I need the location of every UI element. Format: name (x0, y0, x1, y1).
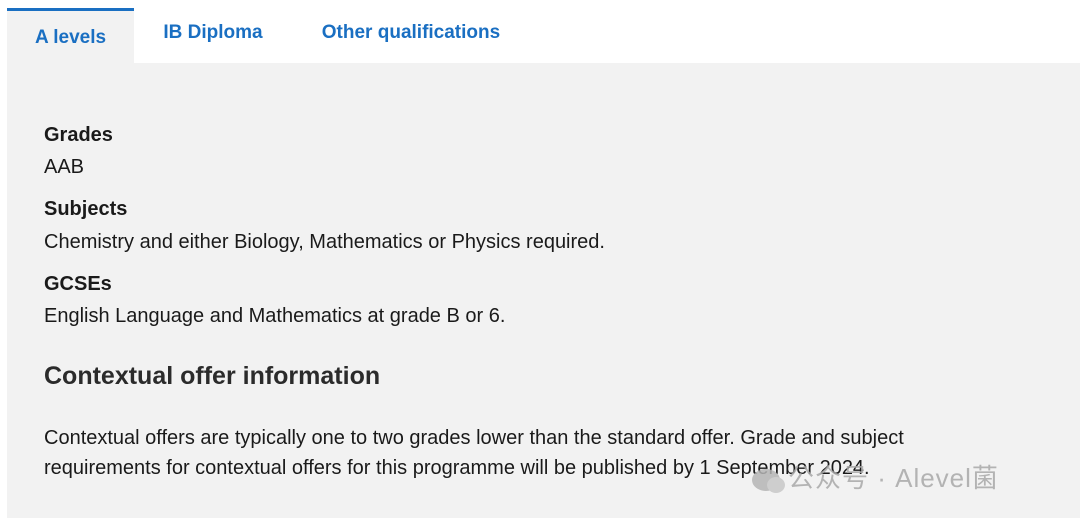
tab-ib-diploma[interactable]: IB Diploma (150, 8, 276, 64)
wechat-icon (752, 469, 785, 494)
gcses-label: GCSEs (44, 273, 112, 295)
tab-ib-diploma-label: IB Diploma (163, 22, 263, 43)
subjects-value: Chemistry and either Biology, Mathematic… (44, 231, 605, 253)
watermark-text: 公众号 · Alevel菌 (788, 463, 999, 493)
tab-a-levels[interactable]: A levels (7, 8, 134, 64)
tab-other-qualifications-label: Other qualifications (321, 22, 501, 43)
grades-value: AAB (44, 156, 85, 178)
tab-other-qualifications[interactable]: Other qualifications (308, 8, 514, 64)
contextual-offer-heading: Contextual offer information (44, 362, 381, 390)
contextual-offer-line-1: Contextual offers are typically one to t… (44, 427, 904, 449)
grades-label: Grades (44, 124, 113, 146)
tab-a-levels-label: A levels (34, 27, 107, 48)
watermark: 公众号 · Alevel菌 (752, 458, 999, 495)
subjects-label: Subjects (44, 198, 128, 220)
qualification-tabs: A levels IB Diploma Other qualifications (0, 0, 1080, 64)
gcses-value: English Language and Mathematics at grad… (44, 305, 506, 327)
